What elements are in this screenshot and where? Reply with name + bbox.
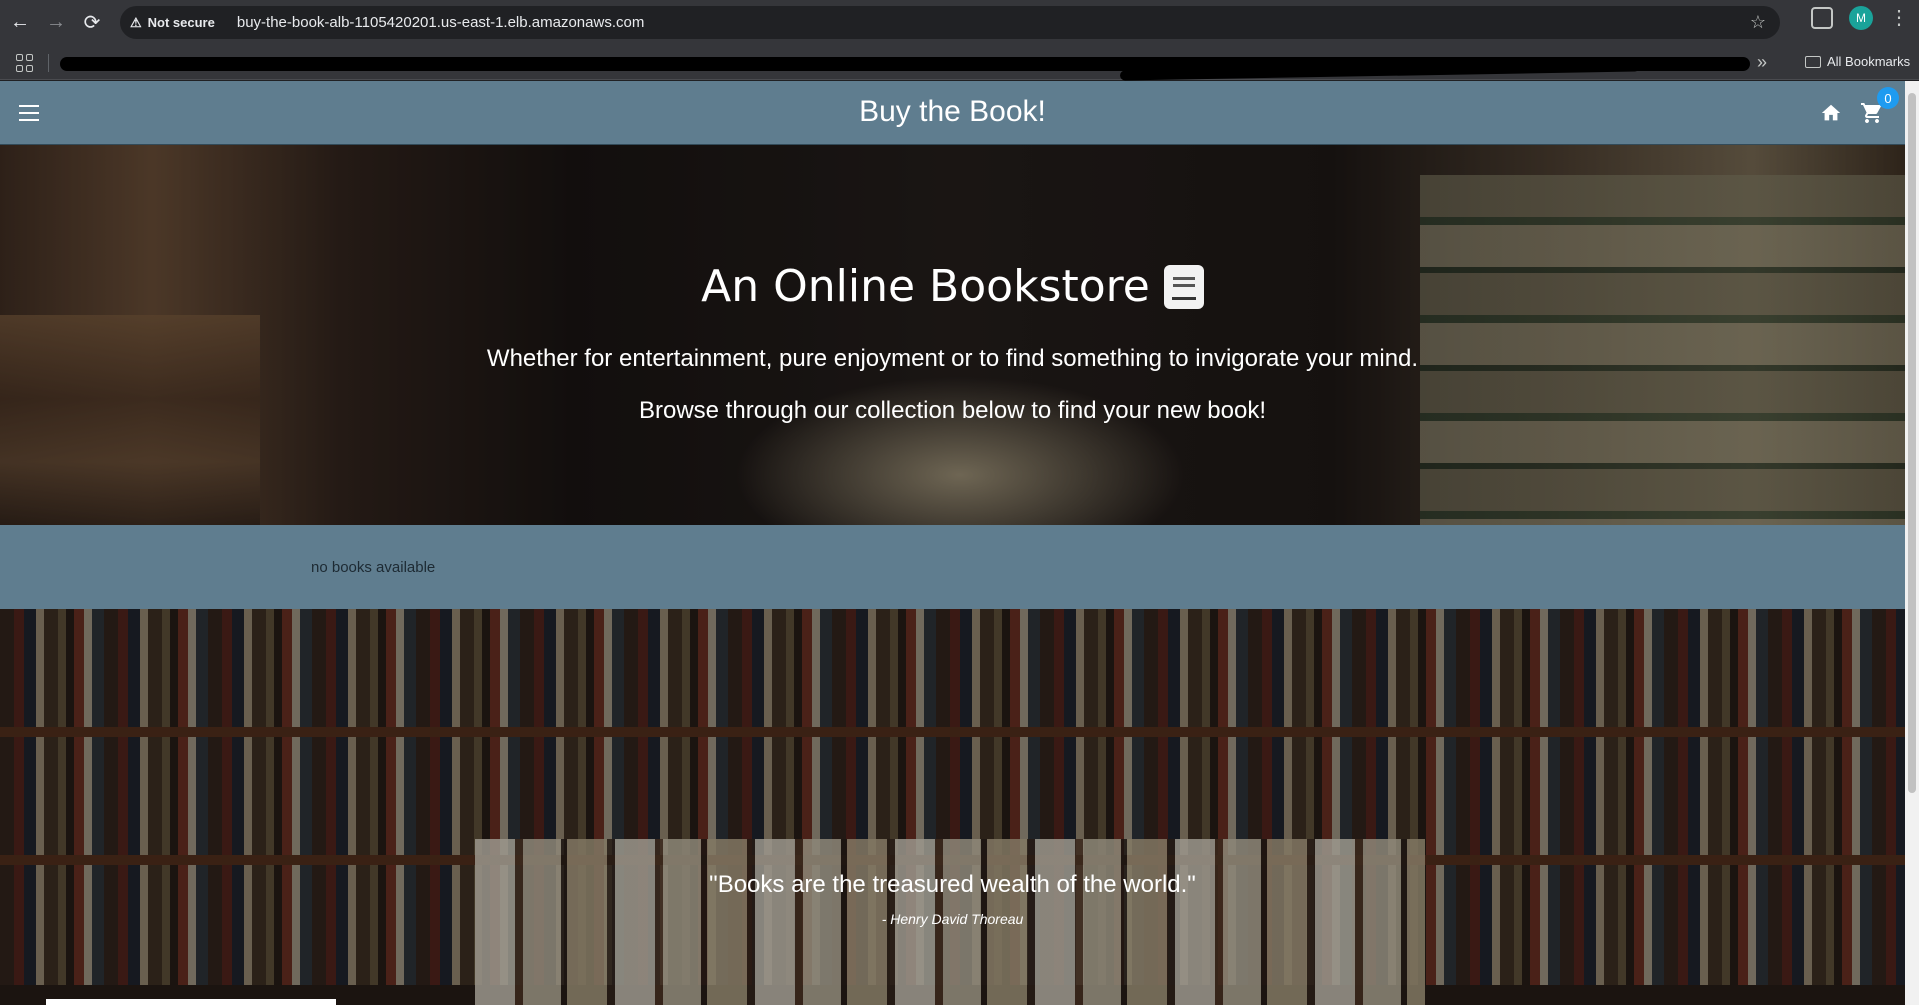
scrollbar-thumb[interactable] — [1908, 93, 1916, 793]
security-label: Not secure — [147, 15, 215, 30]
bookmark-star-icon[interactable]: ☆ — [1750, 12, 1766, 33]
security-indicator[interactable]: ⚠ Not secure — [130, 15, 227, 31]
quote-banner: "Books are the treasured wealth of the w… — [0, 609, 1905, 1005]
hero-overlay — [0, 145, 1905, 525]
quote-overlay — [0, 609, 1905, 1005]
url-text[interactable]: buy-the-book-alb-1105420201.us-east-1.el… — [237, 14, 644, 31]
site-title[interactable]: Buy the Book! — [0, 95, 1905, 129]
quote-text: "Books are the treasured wealth of the w… — [709, 871, 1196, 898]
hero-tagline: Whether for entertainment, pure enjoymen… — [486, 345, 1419, 372]
footer-edge — [46, 999, 336, 1005]
book-collection: no books available — [0, 525, 1905, 609]
forward-icon[interactable]: → — [38, 4, 74, 40]
site-header: Buy the Book! 0 — [0, 81, 1905, 145]
cart-count-badge: 0 — [1877, 87, 1899, 109]
book-icon — [1163, 264, 1204, 309]
all-bookmarks-button[interactable]: All Bookmarks — [1805, 54, 1910, 69]
folder-icon — [1805, 55, 1821, 68]
hero-banner: An Online Bookstore Whether for entertai… — [0, 145, 1905, 525]
hero-title-text: An Online Bookstore — [701, 261, 1150, 312]
bookmarks-divider — [48, 54, 49, 72]
address-bar[interactable]: ⚠ Not secure buy-the-book-alb-1105420201… — [120, 6, 1780, 39]
bookmarks-bar: » All Bookmarks — [0, 45, 1919, 81]
hero-title: An Online Bookstore — [0, 261, 1905, 312]
chrome-menu-icon[interactable]: ⋮ — [1889, 8, 1909, 28]
more-bookmarks-icon[interactable]: » — [1757, 52, 1767, 73]
browser-toolbar: ← → ⟳ ⚠ Not secure buy-the-book-alb-1105… — [0, 0, 1919, 45]
all-bookmarks-label: All Bookmarks — [1827, 54, 1911, 69]
page-viewport: Buy the Book! 0 An Online Bookstore Whet… — [0, 81, 1919, 1005]
warning-icon: ⚠ — [130, 14, 142, 30]
hero-browse-text: Browse through our collection below to f… — [638, 397, 1267, 424]
extensions-icon[interactable] — [1811, 7, 1833, 29]
quote-author: - Henry David Thoreau — [881, 911, 1024, 927]
back-icon[interactable]: ← — [2, 4, 38, 40]
reload-icon[interactable]: ⟳ — [74, 4, 110, 40]
profile-avatar[interactable]: M — [1849, 6, 1873, 30]
home-icon[interactable] — [1820, 102, 1842, 124]
apps-grid-icon[interactable] — [16, 54, 34, 72]
page-scrollbar[interactable] — [1905, 81, 1919, 1005]
empty-books-message: no books available — [311, 559, 436, 576]
